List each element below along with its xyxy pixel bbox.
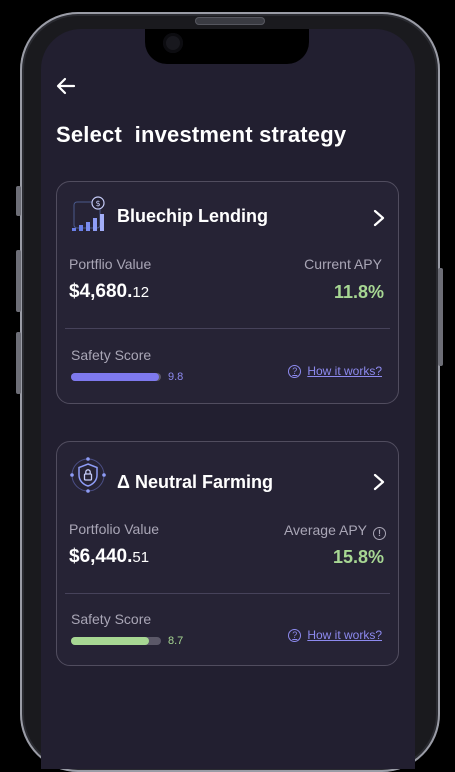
chevron-right-icon[interactable]: [372, 473, 386, 491]
portfolio-value: $6,440.51: [69, 546, 150, 567]
side-button: [16, 186, 21, 216]
safety-score-fill: [71, 637, 150, 645]
strategy-card-neutral-farming[interactable]: Δ Neutral Farming Portfolio Value $6,440…: [56, 441, 399, 666]
svg-text:$: $: [95, 199, 100, 208]
info-icon[interactable]: !: [373, 526, 386, 540]
apy-value: 11.8%: [333, 282, 384, 302]
safety-score-fill: [71, 373, 160, 381]
chevron-right-icon[interactable]: [372, 209, 386, 227]
bar-chart-coin-icon: $: [72, 196, 105, 231]
camera: [163, 33, 183, 53]
how-it-works-link[interactable]: ? How it works?: [288, 364, 382, 378]
divider: [65, 593, 390, 594]
safety-score-label: Safety Score: [71, 347, 152, 363]
apy-label: Average APY!: [284, 522, 386, 540]
shield-lock-icon: [70, 457, 106, 493]
speaker: [195, 17, 265, 25]
safety-score-value: 8.7: [168, 635, 184, 647]
safety-score-bar: [71, 373, 161, 381]
divider: [65, 328, 390, 329]
safety-score-label: Safety Score: [71, 611, 152, 627]
strategy-card-bluechip[interactable]: $ Bluechip Lending Portflio Value $4,680…: [56, 181, 399, 404]
safety-score-value: 9.8: [168, 371, 184, 383]
portfolio-value: $4,680.12: [69, 281, 150, 302]
question-icon: ?: [288, 628, 302, 642]
apy-value: 15.8%: [332, 547, 384, 567]
safety-score-bar: [71, 637, 161, 645]
portfolio-label: Portflio Value: [69, 256, 152, 272]
apy-label: Current APY: [304, 256, 382, 272]
how-it-works-link[interactable]: ? How it works?: [288, 628, 382, 642]
strategy-title: Bluechip Lending: [117, 206, 268, 226]
arrow-left-icon[interactable]: [54, 74, 78, 98]
question-icon: ?: [288, 364, 302, 378]
portfolio-label: Portfolio Value: [69, 521, 160, 537]
strategy-title: Δ Neutral Farming: [117, 472, 273, 492]
page-title: Select investment strategy: [56, 122, 347, 147]
volume-up-button: [16, 250, 21, 312]
volume-down-button: [16, 332, 21, 394]
power-button: [438, 268, 443, 366]
